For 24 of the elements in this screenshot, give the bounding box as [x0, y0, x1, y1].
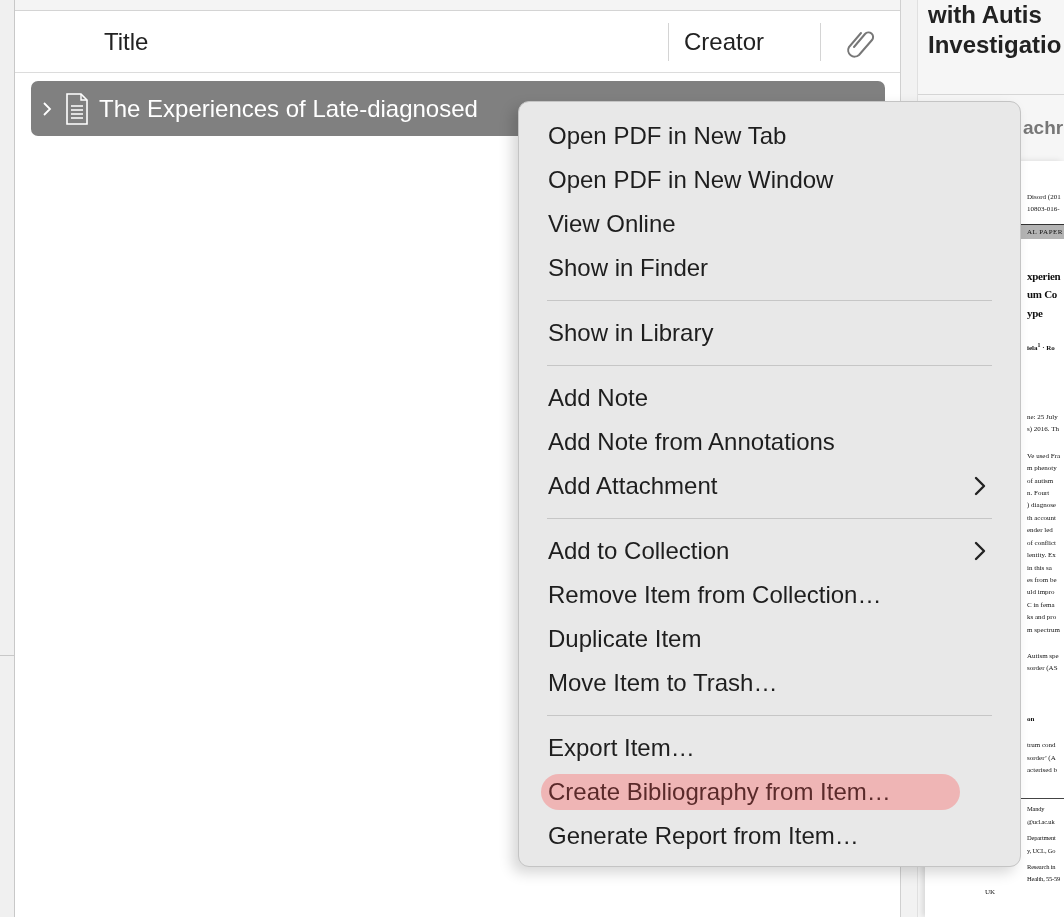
item-title-text: with Autis: [928, 0, 1043, 30]
item-title: The Experiences of Late-diagnosed: [99, 94, 478, 123]
menu-item[interactable]: Remove Item from Collection…: [541, 573, 998, 617]
menu-item[interactable]: Move Item to Trash…: [541, 661, 998, 705]
menu-item[interactable]: Open PDF in New Window: [541, 158, 998, 202]
menu-item[interactable]: Show in Library: [541, 311, 998, 355]
pdf-text-line: xperien: [1027, 268, 1062, 284]
menu-item[interactable]: Add Attachment: [541, 464, 998, 508]
document-icon: [65, 92, 89, 125]
menu-item[interactable]: Generate Report from Item…: [541, 814, 998, 858]
menu-item[interactable]: Create Bibliography from Item…: [541, 774, 960, 810]
menu-item[interactable]: Duplicate Item: [541, 617, 998, 661]
column-header[interactable]: Creator: [684, 27, 765, 56]
menu-item[interactable]: Export Item…: [541, 726, 998, 770]
menu-item[interactable]: Add Note from Annotations: [541, 420, 998, 464]
menu-item[interactable]: Show in Finder: [541, 246, 998, 290]
section-header: achr: [1023, 117, 1064, 139]
menu-item[interactable]: Add Note: [541, 376, 998, 420]
pdf-text-line: ype: [1027, 305, 1044, 321]
column-header[interactable]: Title: [104, 27, 149, 56]
item-title-text: Investigatio: [928, 30, 1063, 60]
menu-item[interactable]: View Online: [541, 202, 998, 246]
pdf-text-line: um Co: [1027, 287, 1058, 303]
menu-item[interactable]: Add to Collection: [541, 529, 998, 573]
